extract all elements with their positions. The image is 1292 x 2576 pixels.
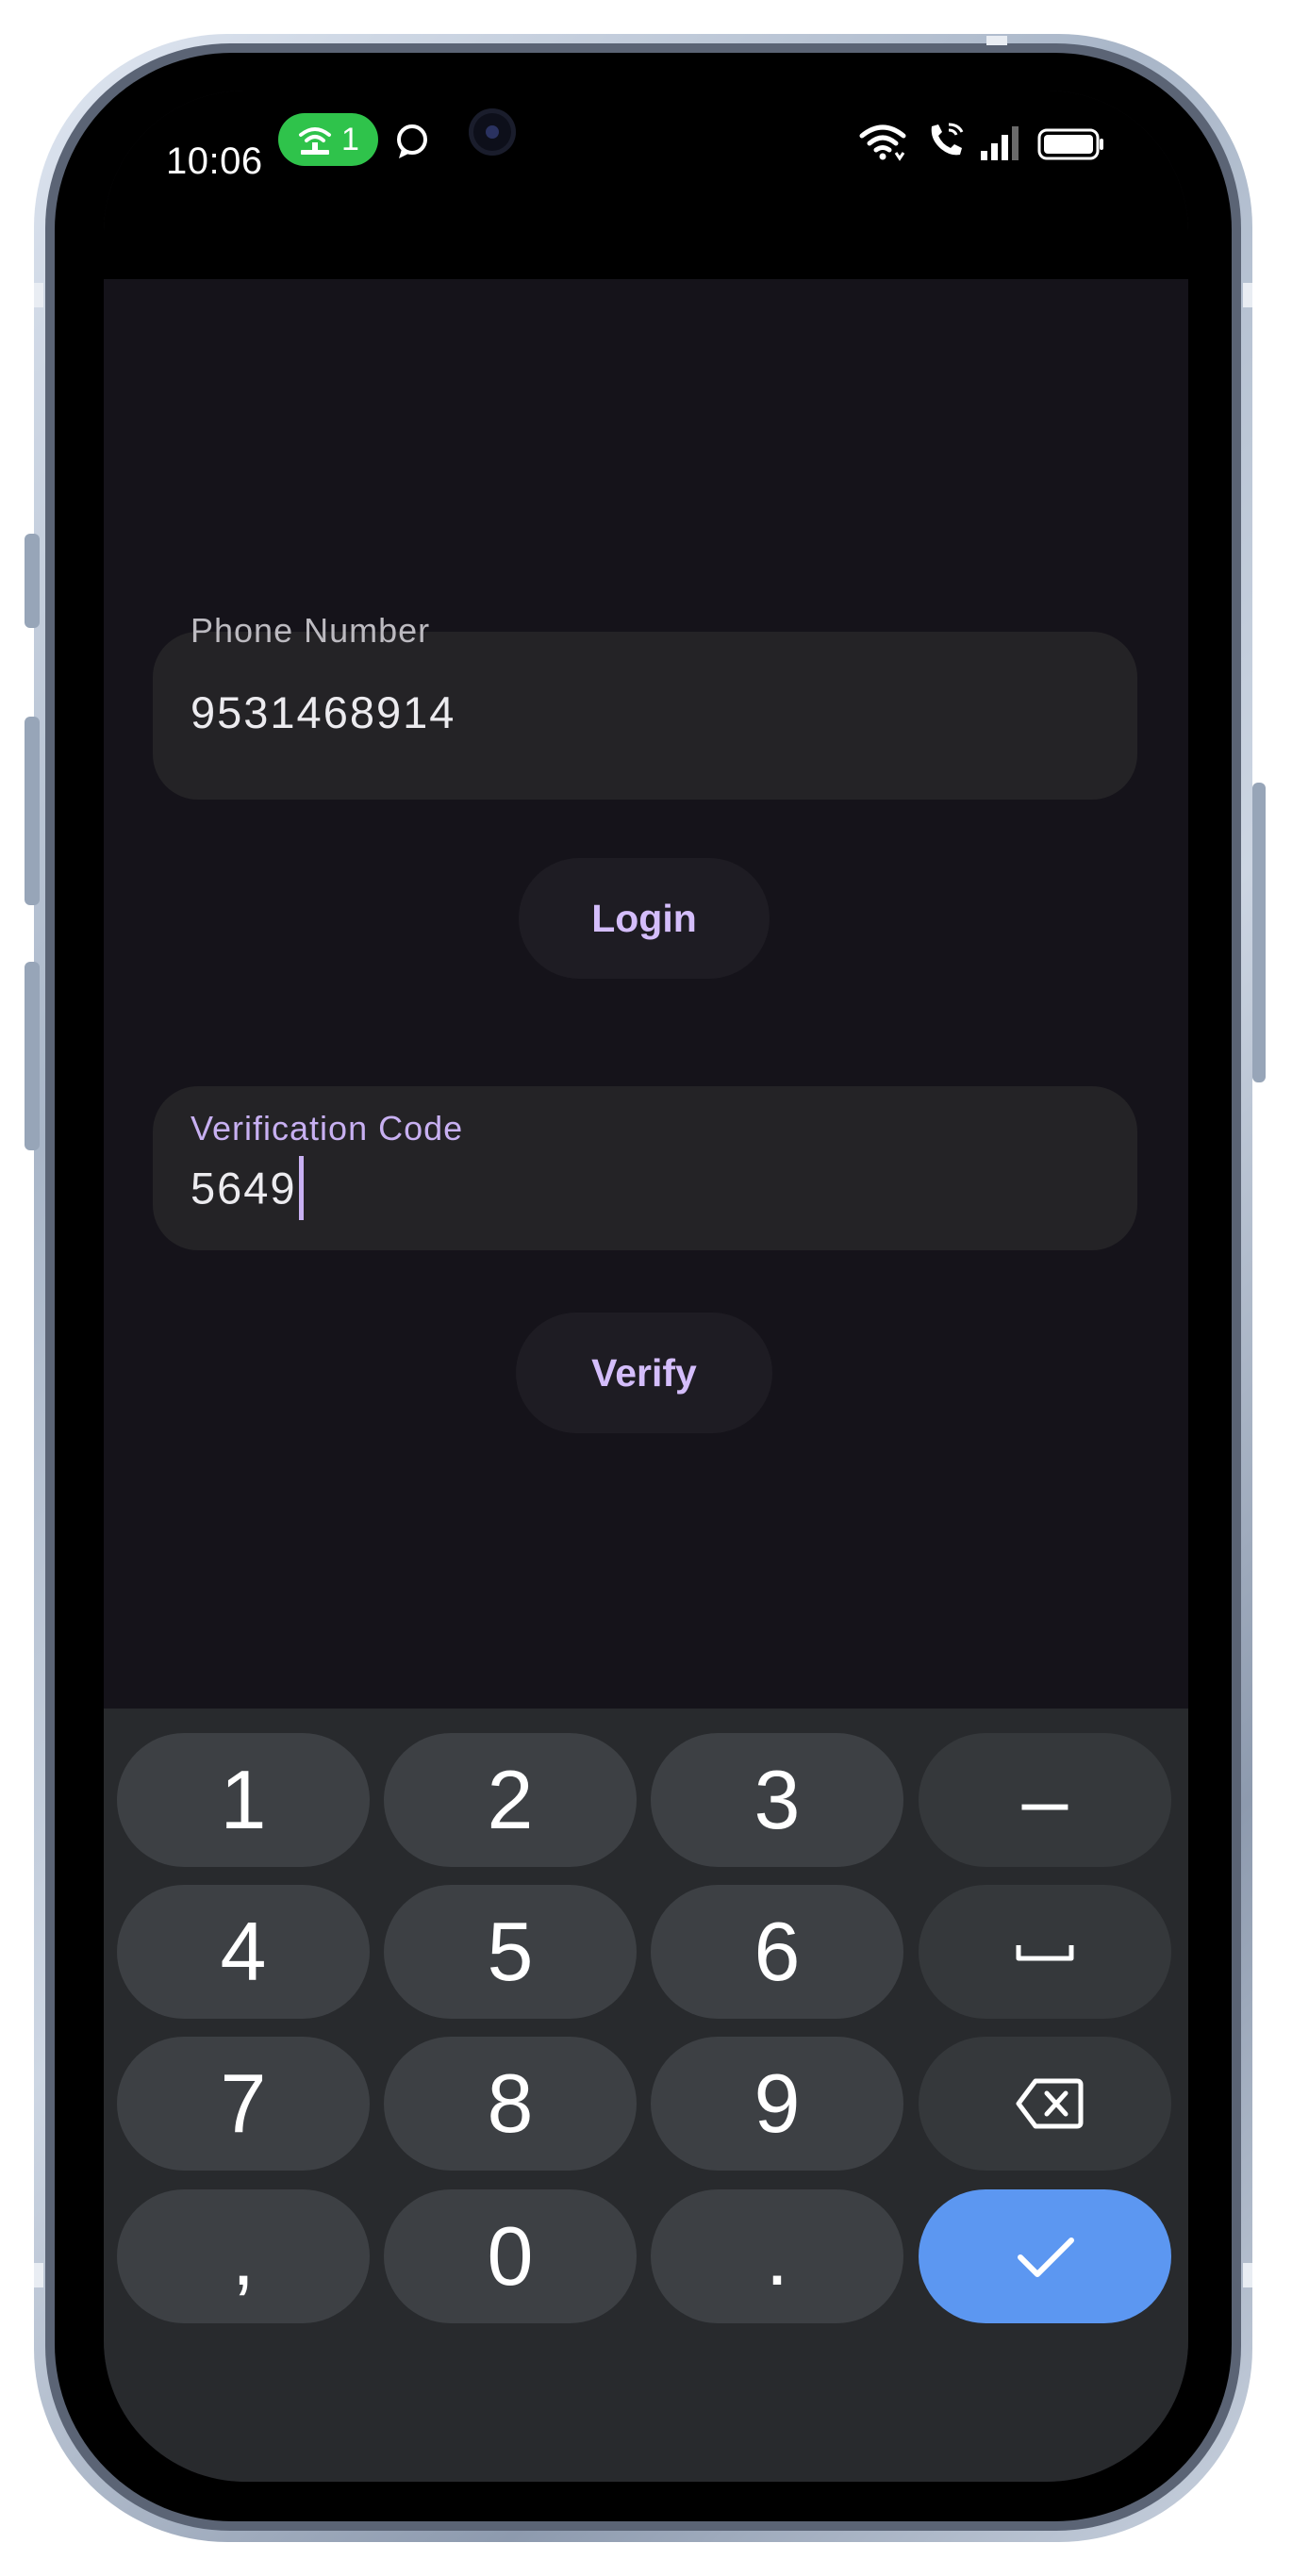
hotspot-count: 1: [341, 122, 359, 157]
key-dash[interactable]: –: [919, 1733, 1171, 1867]
key-9[interactable]: 9: [651, 2037, 903, 2171]
phone-screen: 10:06 1 Phone Number 9531468914 Login Ve…: [104, 91, 1188, 2482]
antenna-line: [986, 36, 1007, 45]
verification-code-label: Verification Code: [190, 1109, 464, 1148]
phone-number-value: 9531468914: [190, 687, 456, 737]
verification-code-text: 5649: [190, 1163, 297, 1214]
checkmark-icon: [1018, 2237, 1074, 2277]
backspace-key[interactable]: [919, 2037, 1171, 2171]
key-7[interactable]: 7: [117, 2037, 370, 2171]
antenna-line: [34, 283, 43, 307]
key-0[interactable]: 0: [384, 2189, 637, 2323]
done-key[interactable]: [919, 2189, 1171, 2323]
verification-code-field[interactable]: Verification Code 5649: [153, 1086, 1137, 1250]
front-camera: [469, 108, 516, 156]
signal-icon: [981, 126, 1019, 160]
wifi-calling-icon: [931, 123, 964, 156]
key-5[interactable]: 5: [384, 1885, 637, 2019]
verification-code-value: 5649: [190, 1156, 304, 1224]
login-screen: Phone Number 9531468914 Login Verificati…: [104, 279, 1188, 1897]
space-icon: [1016, 1945, 1074, 1961]
key-3[interactable]: 3: [651, 1733, 903, 1867]
backspace-icon: [1016, 2078, 1084, 2129]
volume-down-button: [25, 962, 40, 1150]
hotspot-indicator[interactable]: 1: [278, 113, 378, 166]
space-key[interactable]: [919, 1885, 1171, 2019]
key-1[interactable]: 1: [117, 1733, 370, 1867]
key-comma[interactable]: ,: [117, 2189, 370, 2323]
status-bar: 10:06 1: [104, 91, 1188, 279]
hotspot-icon: [299, 127, 331, 155]
antenna-line: [1243, 283, 1252, 307]
text-cursor: [298, 1156, 304, 1220]
mute-switch: [25, 534, 40, 628]
power-button: [1252, 783, 1266, 1082]
status-time: 10:06: [166, 140, 263, 182]
volume-up-button: [25, 717, 40, 905]
wifi-icon: [859, 124, 906, 161]
antenna-line: [34, 2263, 43, 2287]
key-8[interactable]: 8: [384, 2037, 637, 2171]
key-2[interactable]: 2: [384, 1733, 637, 1867]
antenna-line: [1243, 2263, 1252, 2287]
login-button[interactable]: Login: [519, 858, 770, 979]
key-period[interactable]: .: [651, 2189, 903, 2323]
key-6[interactable]: 6: [651, 1885, 903, 2019]
phone-number-label: Phone Number: [190, 611, 431, 650]
phone-number-field[interactable]: Phone Number 9531468914: [153, 611, 1137, 800]
verify-button[interactable]: Verify: [516, 1313, 772, 1433]
whatsapp-icon: [397, 124, 427, 158]
key-4[interactable]: 4: [117, 1885, 370, 2019]
numeric-keyboard: 1 2 3 – 4 5 6 7 8 9 , 0 .: [104, 1709, 1188, 2482]
camera-notch: [430, 91, 881, 189]
battery-icon: [1037, 128, 1103, 160]
